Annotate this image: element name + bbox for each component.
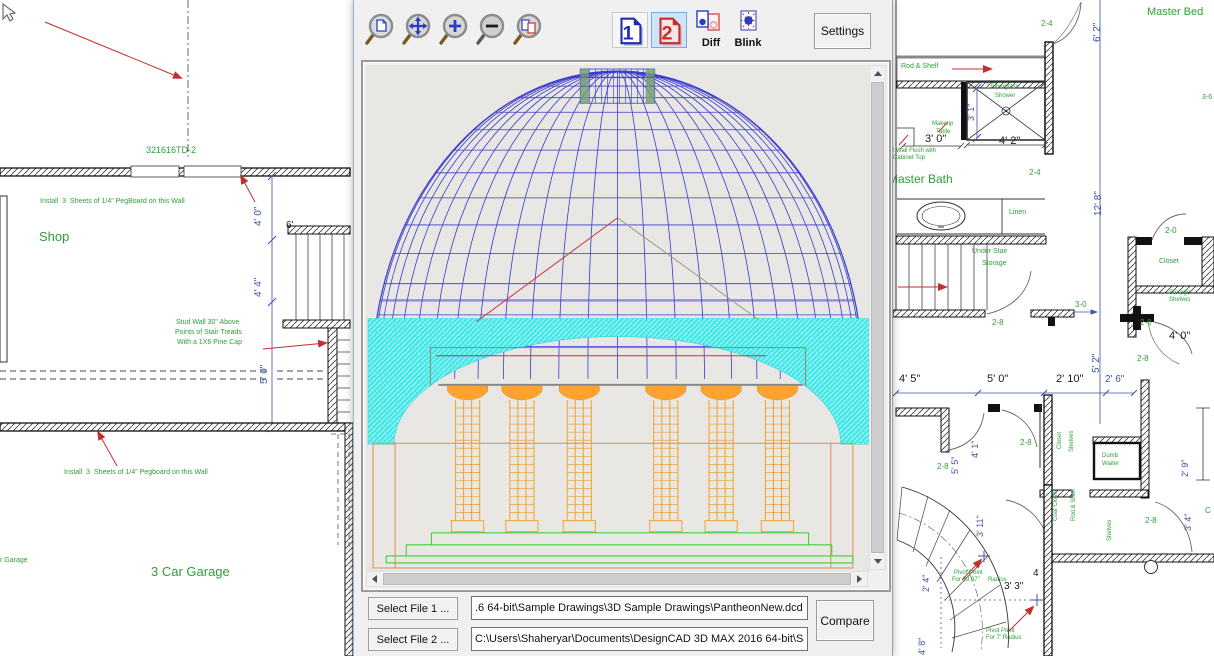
wall xyxy=(1202,237,1214,292)
left-sheet xyxy=(0,0,353,656)
scrollbar-corner xyxy=(869,571,886,587)
wall xyxy=(896,236,1046,244)
wall xyxy=(893,310,985,317)
window xyxy=(131,166,179,177)
svg-text:1: 1 xyxy=(622,22,633,44)
zoom-out-button[interactable] xyxy=(475,12,510,48)
red-leader-arrow xyxy=(45,22,181,78)
wall xyxy=(345,423,353,656)
pantheon-wireframe xyxy=(366,65,872,573)
horizontal-scrollbar[interactable] xyxy=(366,571,868,587)
file-2-path-input[interactable] xyxy=(471,627,808,651)
vertical-scrollbar[interactable] xyxy=(869,65,886,570)
red-leader-arrow xyxy=(263,343,326,349)
right-sheet xyxy=(893,0,1214,656)
door-swing xyxy=(1154,322,1192,354)
wall xyxy=(283,320,350,328)
wall xyxy=(1050,554,1214,562)
select-file-2-button[interactable]: Select File 2 ... xyxy=(368,628,458,651)
scroll-left-button[interactable] xyxy=(367,572,382,586)
window xyxy=(184,166,241,177)
zoom-full-page-button[interactable] xyxy=(364,12,399,48)
wall xyxy=(0,423,350,431)
red-leader-arrow xyxy=(1008,607,1033,632)
zoom-out-icon xyxy=(475,12,510,48)
mouse-cursor-icon xyxy=(3,4,15,21)
file-1-path-input[interactable] xyxy=(471,596,808,620)
up-arrow-icon xyxy=(874,71,882,76)
wall xyxy=(1141,380,1149,498)
file-1-icon: 1 xyxy=(613,13,647,47)
stair-treads xyxy=(909,244,987,310)
red-leader xyxy=(938,122,948,132)
door-swing xyxy=(1002,410,1037,447)
blink-icon xyxy=(731,9,765,33)
wall xyxy=(1044,395,1052,485)
wall xyxy=(1044,485,1052,656)
wall xyxy=(1136,286,1214,293)
compare-dialog: 1 2 Diff xyxy=(353,0,893,656)
zoom-extents-icon xyxy=(401,12,436,48)
select-file-1-button[interactable]: Select File 1 ... xyxy=(368,597,458,620)
garage-door-track xyxy=(0,371,327,379)
door-swing xyxy=(949,413,984,450)
door-swing xyxy=(1053,2,1081,44)
horizontal-scroll-thumb[interactable] xyxy=(383,573,851,585)
zoom-full-page-icon xyxy=(364,12,399,48)
zoom-compare-icon xyxy=(512,12,547,48)
door-swing xyxy=(987,271,1031,314)
red-leader-arrow xyxy=(962,560,981,580)
scroll-right-button[interactable] xyxy=(852,572,867,586)
red-leader-arrow xyxy=(98,432,117,466)
left-arrow-icon xyxy=(372,575,377,583)
door-swing xyxy=(1148,322,1179,364)
zoom-compare-button[interactable] xyxy=(512,12,547,48)
diff-icon xyxy=(694,9,728,33)
wall xyxy=(961,82,967,140)
blink-button[interactable]: Blink xyxy=(729,9,767,49)
wall xyxy=(1031,310,1074,317)
preview-canvas xyxy=(366,65,872,573)
red-leader-arrow xyxy=(241,176,255,202)
diff-button[interactable]: Diff xyxy=(692,9,730,49)
right-arrow-icon xyxy=(857,575,862,583)
scroll-down-button[interactable] xyxy=(870,554,885,569)
diff-label: Diff xyxy=(692,37,730,49)
svg-text:2: 2 xyxy=(661,22,672,44)
view-file-1-button[interactable]: 1 xyxy=(612,12,648,48)
wall xyxy=(1045,42,1053,154)
scroll-up-button[interactable] xyxy=(870,66,885,81)
settings-button[interactable]: Settings xyxy=(814,13,871,49)
compare-toolbar: 1 2 Diff xyxy=(354,0,892,58)
stair-treads xyxy=(337,340,350,412)
file-2-icon: 2 xyxy=(652,13,686,47)
column-circle xyxy=(1145,561,1158,574)
zoom-in-button[interactable] xyxy=(438,12,473,48)
compare-button[interactable]: Compare xyxy=(816,600,874,641)
zoom-in-icon xyxy=(438,12,473,48)
wall xyxy=(288,226,350,234)
preview-panel xyxy=(361,60,891,592)
door-swing xyxy=(1155,502,1192,552)
stair-treads xyxy=(897,487,1006,638)
blink-label: Blink xyxy=(729,37,767,49)
wall xyxy=(1090,490,1148,497)
vertical-scroll-thumb[interactable] xyxy=(871,82,884,553)
dimension-bracket xyxy=(1196,408,1210,480)
wall xyxy=(0,196,7,362)
down-arrow-icon xyxy=(874,559,882,564)
red-leader xyxy=(899,135,908,145)
dimension-line xyxy=(903,145,1045,146)
dumbwaiter xyxy=(1094,443,1140,479)
wall xyxy=(941,408,949,452)
wall xyxy=(328,328,337,426)
dimension-line xyxy=(941,557,1037,648)
door-swing xyxy=(1152,214,1186,240)
view-file-2-button[interactable]: 2 xyxy=(651,12,687,48)
pivot-cross xyxy=(978,551,1043,606)
wall xyxy=(896,408,948,416)
zoom-extents-button[interactable] xyxy=(401,12,436,48)
stair-treads xyxy=(296,234,344,320)
